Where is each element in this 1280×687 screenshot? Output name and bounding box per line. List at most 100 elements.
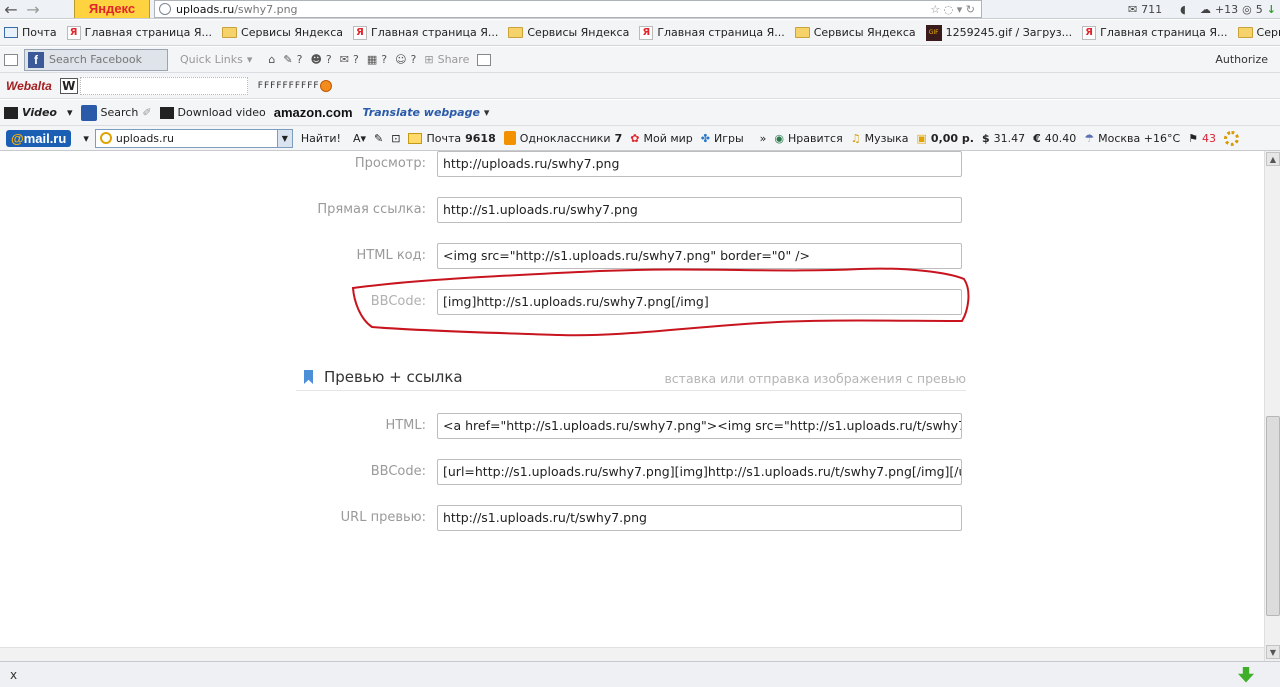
- search-icon: [80, 104, 97, 121]
- burst-icon[interactable]: [319, 79, 332, 92]
- odnoklassniki-counter[interactable]: Одноклассники 7: [503, 131, 622, 145]
- addon-counters: ✉ 711 ◖ ☁ +13 ◎ 5 ↓: [1128, 3, 1280, 16]
- webalta-search-input[interactable]: [79, 76, 248, 95]
- my-world-link[interactable]: ✿ Мой мир: [630, 132, 693, 145]
- webalta-logo[interactable]: Webalta: [6, 79, 52, 93]
- folder-icon: [1237, 27, 1253, 38]
- cloud-icon: ☁: [1199, 2, 1211, 16]
- bookmark-yandex-home[interactable]: Я Главная страница Я...: [1082, 25, 1228, 40]
- yandex-icon: Я: [639, 25, 654, 40]
- events-button[interactable]: ▦?: [367, 53, 387, 66]
- field-label: BBCode:: [370, 464, 426, 479]
- video-toolbar: Video ▾ Search ✐ Download video amazon.com…: [0, 100, 1280, 126]
- search-dropdown-icon[interactable]: ▼: [276, 129, 292, 147]
- bbcode-field[interactable]: [img]http://s1.uploads.ru/swhy7.png[/img…: [437, 289, 962, 315]
- gear-icon[interactable]: [1224, 130, 1240, 146]
- bookmark-mail[interactable]: Почта: [4, 26, 57, 39]
- pen-icon: ✎: [283, 53, 293, 66]
- home-icon[interactable]: ⌂: [268, 53, 275, 66]
- url-input[interactable]: uploads.ru/swhy7.png ☆ ◌ ▾ ↻: [154, 0, 982, 18]
- forward-arrow-icon[interactable]: →: [22, 0, 44, 18]
- film-icon: [159, 106, 174, 119]
- html-code-field[interactable]: <img src="http://s1.uploads.ru/swhy7.png…: [437, 243, 962, 269]
- field-label: HTML:: [385, 418, 426, 433]
- direct-link-field[interactable]: http://s1.uploads.ru/swhy7.png: [437, 197, 962, 223]
- bookmark-yandex-services[interactable]: Сервисы Яндекса: [508, 26, 629, 39]
- music-link[interactable]: ♫ Музыка: [851, 132, 909, 145]
- amazon-logo[interactable]: amazon.com: [274, 105, 353, 120]
- video-menu[interactable]: Video ▾: [4, 106, 73, 119]
- bookmark-yandex-services[interactable]: Сервисы Яндекса: [1237, 26, 1280, 39]
- scroll-thumb[interactable]: [1266, 416, 1280, 616]
- messages-button[interactable]: ✉?: [340, 53, 359, 66]
- weather-temp: +13: [1214, 2, 1239, 16]
- preview-url-field[interactable]: http://s1.uploads.ru/t/swhy7.png: [437, 505, 962, 531]
- toolbar-menu-icon[interactable]: [4, 53, 18, 66]
- facebook-search-input[interactable]: f Search Facebook: [24, 48, 168, 71]
- mail-counter[interactable]: Почта 9618: [408, 132, 496, 145]
- font-size-icon[interactable]: A▾: [353, 132, 366, 145]
- mailru-toolbar: @ mail.ru ▾ uploads.ru ▼ Найти! A▾ ✎ ⊡ По…: [0, 126, 1280, 151]
- weather-widget[interactable]: ☂ Москва +16°C: [1084, 132, 1180, 145]
- games-link[interactable]: ✤ Игры: [701, 132, 744, 145]
- bookmark-yandex-services[interactable]: Сервисы Яндекса: [222, 26, 343, 39]
- bookmark-yandex-home[interactable]: Я Главная страница Я...: [352, 25, 498, 40]
- envelope-icon[interactable]: ✉: [1128, 3, 1137, 16]
- sound-icon[interactable]: ◖: [1180, 3, 1186, 16]
- bookmark-yandex-home[interactable]: Я Главная страница Я...: [66, 25, 212, 40]
- mailru-logo[interactable]: @ mail.ru: [6, 129, 72, 147]
- quick-links-button[interactable]: Quick Links ▾: [180, 53, 252, 66]
- preview-link-section-header: Превью + ссылка вставка или отправка изо…: [296, 365, 966, 391]
- scroll-down-icon[interactable]: ▼: [1266, 645, 1280, 659]
- scroll-up-icon[interactable]: ▲: [1266, 152, 1280, 166]
- highlighter-icon[interactable]: ✎: [374, 132, 383, 145]
- back-arrow-icon[interactable]: ←: [0, 0, 22, 18]
- yandex-logo[interactable]: Яндекс: [74, 0, 150, 18]
- bookmark-yandex-services[interactable]: Сервисы Яндекса: [794, 26, 916, 39]
- authorize-link[interactable]: Authorize: [1215, 53, 1280, 66]
- likes-link[interactable]: ◉ Нравится: [774, 132, 842, 145]
- requests-button[interactable]: ☺?: [395, 53, 416, 66]
- mailru-search-input[interactable]: uploads.ru ▼: [94, 128, 293, 148]
- more-chevron[interactable]: »: [760, 132, 767, 145]
- download-arrow-icon[interactable]: [1238, 666, 1254, 683]
- translate-button[interactable]: Translate webpage ▾: [363, 106, 490, 119]
- yandex-icon: Я: [1082, 25, 1097, 40]
- wallet-balance[interactable]: ▣ 0,00 р.: [917, 132, 974, 145]
- envelope-icon: [408, 132, 423, 144]
- envelope-icon: ✉: [339, 53, 349, 66]
- download-arrow-icon[interactable]: ↓: [1267, 3, 1276, 16]
- status-bar: x: [0, 661, 1280, 687]
- logo-dropdown-icon[interactable]: ▾: [83, 132, 89, 145]
- eur-rate[interactable]: €40.40: [1033, 132, 1076, 145]
- preview-html-field[interactable]: <a href="http://s1.uploads.ru/swhy7.png"…: [437, 413, 962, 439]
- direct-link-row: Прямая ссылка: http://s1.uploads.ru/swhy…: [296, 197, 966, 223]
- friends-button[interactable]: ☻?: [310, 53, 331, 66]
- w-icon[interactable]: W: [59, 77, 78, 94]
- find-button[interactable]: Найти!: [299, 132, 343, 145]
- vertical-scrollbar[interactable]: ▲ ▼: [1264, 151, 1280, 661]
- preview-bbcode-row: BBCode: [url=http://s1.uploads.ru/swhy7.…: [296, 459, 966, 485]
- coin-icon: ◎: [1242, 2, 1252, 16]
- notifications-button[interactable]: ✎?: [283, 53, 302, 66]
- download-video-button[interactable]: Download video: [159, 106, 266, 119]
- dollar-icon: $: [981, 131, 990, 145]
- field-label: BBCode:: [370, 294, 426, 309]
- section-title: Превью + ссылка: [324, 368, 463, 386]
- share-button[interactable]: ⊞ Share: [424, 53, 469, 66]
- traffic-widget[interactable]: ⚑ 43: [1188, 132, 1216, 145]
- preview-bbcode-field[interactable]: [url=http://s1.uploads.ru/swhy7.png][img…: [437, 459, 962, 485]
- preview-link-field[interactable]: http://uploads.ru/swhy7.png: [437, 151, 962, 177]
- usd-rate[interactable]: $31.47: [982, 132, 1025, 145]
- url-tools-icon[interactable]: ☆ ◌ ▾ ↻: [930, 3, 975, 16]
- field-label: HTML код:: [356, 248, 426, 263]
- search-button[interactable]: Search ✐: [80, 104, 152, 121]
- magnifier-icon[interactable]: ⊡: [391, 132, 400, 145]
- traffic-light-icon: ⚑: [1188, 131, 1199, 145]
- section-hint: вставка или отправка изображения с превь…: [664, 371, 966, 386]
- close-icon[interactable]: x: [10, 668, 17, 682]
- bookmark-gif[interactable]: GIF 1259245.gif / Загруз...: [925, 24, 1072, 41]
- window-icon[interactable]: [477, 53, 492, 66]
- bookmark-yandex-home[interactable]: Я Главная страница Я...: [639, 25, 785, 40]
- rain-icon: ☂: [1084, 131, 1095, 145]
